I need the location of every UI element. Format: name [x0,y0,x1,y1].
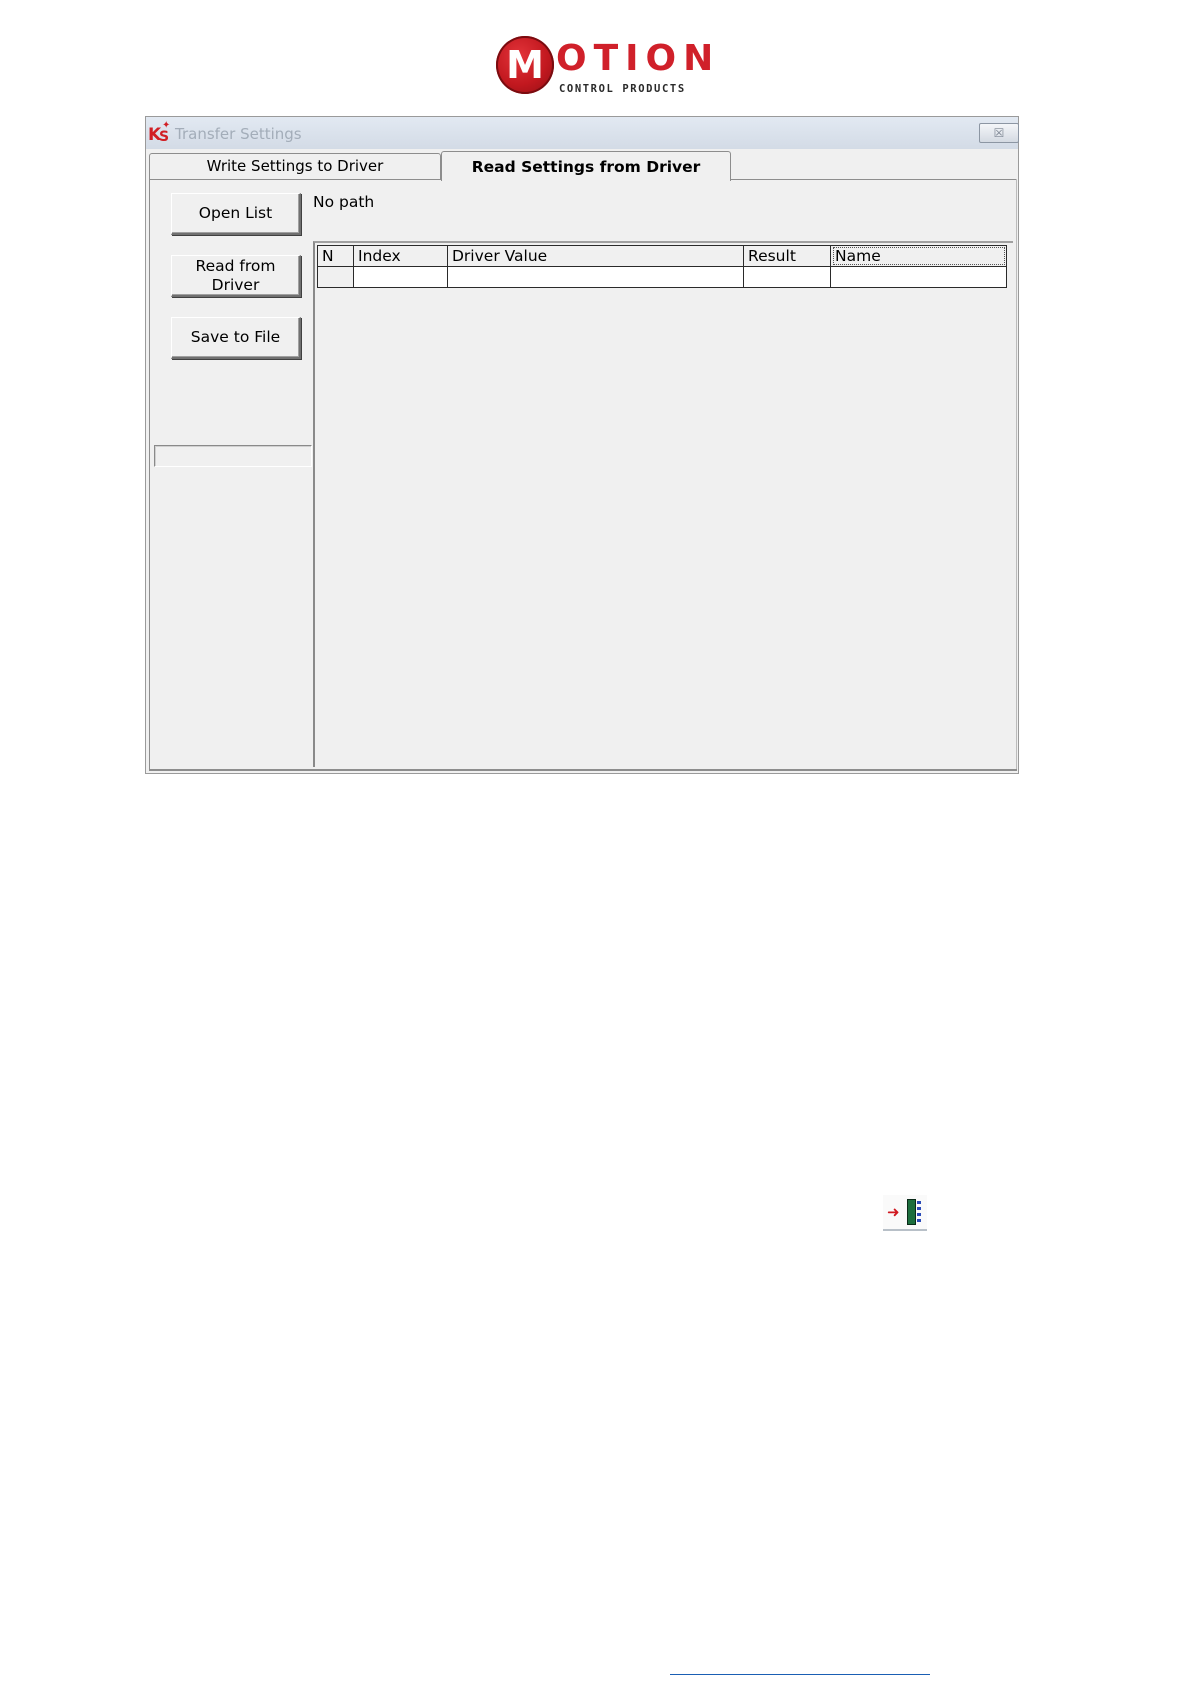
ks-app-icon: K S ✦ [148,120,170,145]
column-header-n[interactable]: N [317,245,354,267]
settings-grid[interactable]: N Index Driver Value Result Name [313,241,1013,767]
file-path-label: No path [313,193,375,211]
panel-border [149,179,150,769]
grid-cell-index[interactable] [354,267,448,288]
grid-cell-driver-value[interactable] [448,267,744,288]
column-header-index[interactable]: Index [354,245,448,267]
open-list-button[interactable]: Open List [171,193,301,235]
table-row[interactable] [317,267,1007,288]
tab-read-settings[interactable]: Read Settings from Driver [441,151,731,181]
tab-write-settings[interactable]: Write Settings to Driver [149,153,441,179]
column-header-result[interactable]: Result [744,245,831,267]
motion-control-products-logo: M OTION CONTROL PRODUCTS [496,36,713,98]
close-icon: ☒ [993,126,1005,140]
read-from-driver-button[interactable]: Read from Driver [171,255,301,297]
logo-letter: M [506,43,544,87]
transfer-settings-icon: ➜ [883,1195,927,1231]
driver-dots-icon [917,1201,921,1223]
close-button[interactable]: ☒ [979,123,1019,143]
panel-border [1016,179,1017,769]
logo-subtitle: CONTROL PRODUCTS [559,83,686,95]
ks-icon-star: ✦ [162,120,171,131]
grid-cell-n[interactable] [317,267,354,288]
column-header-name[interactable]: Name [831,245,1007,267]
logo-word: OTION [556,38,721,79]
save-to-file-button[interactable]: Save to File [171,317,301,359]
progress-bar [154,445,312,467]
driver-bar-icon [907,1199,916,1225]
column-header-driver-value[interactable]: Driver Value [448,245,744,267]
grid-cell-result[interactable] [744,267,831,288]
grid-header-row: N Index Driver Value Result Name [317,245,1007,267]
hyperlink-underline[interactable] [670,1674,930,1675]
window-title: Transfer Settings [175,125,302,143]
panel-border [149,769,1017,771]
red-arrow-icon: ➜ [887,1203,900,1221]
title-bar[interactable]: K S ✦ Transfer Settings ☒ [146,117,1019,149]
ks-icon-s: S [159,129,170,145]
grid-cell-name[interactable] [831,267,1007,288]
transfer-settings-window: K S ✦ Transfer Settings ☒ Write Settings… [145,116,1019,774]
